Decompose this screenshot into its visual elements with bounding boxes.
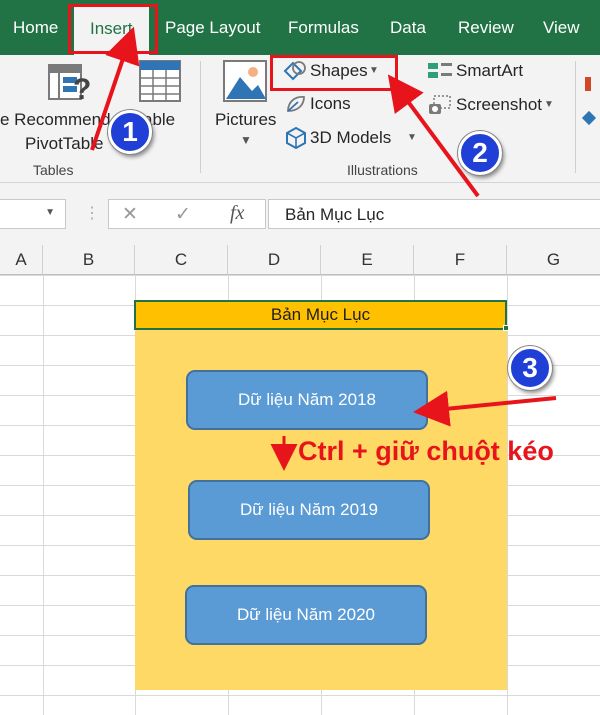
recommended-pivottables-label-2[interactable]: PivotTable: [25, 134, 103, 154]
icons-label[interactable]: Icons: [310, 94, 351, 114]
tab-view[interactable]: View: [543, 0, 580, 55]
tab-page-layout[interactable]: Page Layout: [165, 0, 260, 55]
column-header-e[interactable]: E: [321, 245, 414, 275]
tab-home[interactable]: Home: [13, 0, 58, 55]
insert-tab-highlight: [68, 4, 158, 54]
column-header-f[interactable]: F: [414, 245, 507, 275]
column-header-d[interactable]: D: [228, 245, 321, 275]
addin-icon[interactable]: [581, 110, 597, 126]
addin-icon[interactable]: [585, 77, 591, 91]
tables-group-label: Tables: [33, 162, 74, 178]
grid-line: [43, 275, 44, 715]
column-header-g[interactable]: G: [507, 245, 600, 275]
group-separator: [575, 61, 576, 173]
name-box-chevron-icon[interactable]: ▼: [45, 207, 55, 218]
step-badge-2: 2: [458, 131, 502, 175]
column-header-a[interactable]: A: [0, 245, 43, 275]
formula-input[interactable]: Bản Mục Lục: [268, 199, 600, 229]
shape-data-2020[interactable]: Dữ liệu Năm 2020: [185, 585, 427, 645]
grid-line: [507, 275, 508, 715]
column-header-b[interactable]: B: [43, 245, 135, 275]
drag-handle-icon[interactable]: ⋮: [84, 203, 100, 223]
recommended-pivottables-icon[interactable]: ?: [47, 61, 93, 105]
table-icon[interactable]: [139, 60, 181, 104]
name-box[interactable]: ▼: [0, 199, 66, 229]
step-badge-3: 3: [508, 346, 552, 390]
fill-handle[interactable]: [503, 325, 509, 331]
column-header-c[interactable]: C: [135, 245, 228, 275]
enter-icon[interactable]: ✓: [175, 203, 191, 226]
formula-bar: ▼ ⋮ ✕ ✓ fx Bản Mục Lục: [0, 183, 600, 245]
formula-content: Bản Mục Lục: [285, 205, 385, 224]
3d-models-dropdown-chevron-icon[interactable]: ▼: [407, 132, 417, 143]
illustrations-group-label: Illustrations: [347, 162, 418, 178]
insert-function-icon[interactable]: fx: [230, 202, 244, 225]
smartart-label[interactable]: SmartArt: [456, 61, 523, 81]
tab-data[interactable]: Data: [390, 0, 426, 55]
icons-icon[interactable]: [284, 93, 308, 115]
pictures-icon[interactable]: [222, 59, 268, 103]
pictures-label[interactable]: Pictures: [215, 110, 276, 130]
title-cell[interactable]: Bản Mục Lục: [134, 300, 507, 330]
drag-instruction-text: Ctrl + giữ chuột kéo: [298, 436, 554, 466]
recommended-pivottables-label-1[interactable]: e Recommend: [0, 110, 111, 130]
shape-data-2018[interactable]: Dữ liệu Năm 2018: [186, 370, 428, 430]
screenshot-dropdown-chevron-icon[interactable]: ▼: [544, 99, 554, 110]
shape-data-2019[interactable]: Dữ liệu Năm 2019: [188, 480, 430, 540]
smartart-icon[interactable]: [427, 61, 453, 81]
group-separator: [200, 61, 201, 173]
svg-text:?: ?: [73, 73, 91, 105]
shapes-highlight: [270, 55, 398, 91]
tab-review[interactable]: Review: [458, 0, 514, 55]
pictures-dropdown-chevron-icon[interactable]: ▼: [240, 133, 252, 147]
screenshot-icon[interactable]: [428, 94, 452, 116]
step-badge-1: 1: [108, 110, 152, 154]
screenshot-label[interactable]: Screenshot: [456, 95, 542, 115]
formula-buttons: ✕ ✓ fx: [108, 199, 266, 229]
3d-models-icon[interactable]: [284, 126, 308, 150]
tab-formulas[interactable]: Formulas: [288, 0, 359, 55]
cancel-icon[interactable]: ✕: [122, 203, 138, 226]
3d-models-label[interactable]: 3D Models: [310, 128, 391, 148]
